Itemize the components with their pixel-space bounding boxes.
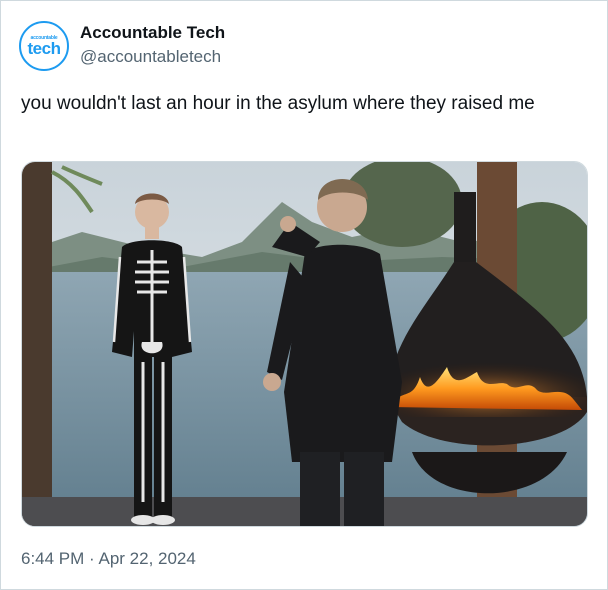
tweet-card: accountable tech Accountable Tech @accou… [0, 0, 608, 590]
tweet-timestamp[interactable]: 6:44 PM · Apr 22, 2024 [21, 549, 196, 569]
fireplace-chimney [454, 192, 476, 262]
author-handle[interactable]: @accountabletech [80, 47, 221, 67]
avatar-logo-text: tech [27, 39, 61, 58]
vr-scene-illustration [22, 162, 587, 526]
tweet-media-image[interactable] [21, 161, 588, 527]
tweet-text: you wouldn't last an hour in the asylum … [21, 93, 535, 114]
author-display-name[interactable]: Accountable Tech [80, 23, 225, 43]
avatar[interactable]: accountable tech [19, 21, 69, 71]
pillar-left [22, 162, 52, 526]
